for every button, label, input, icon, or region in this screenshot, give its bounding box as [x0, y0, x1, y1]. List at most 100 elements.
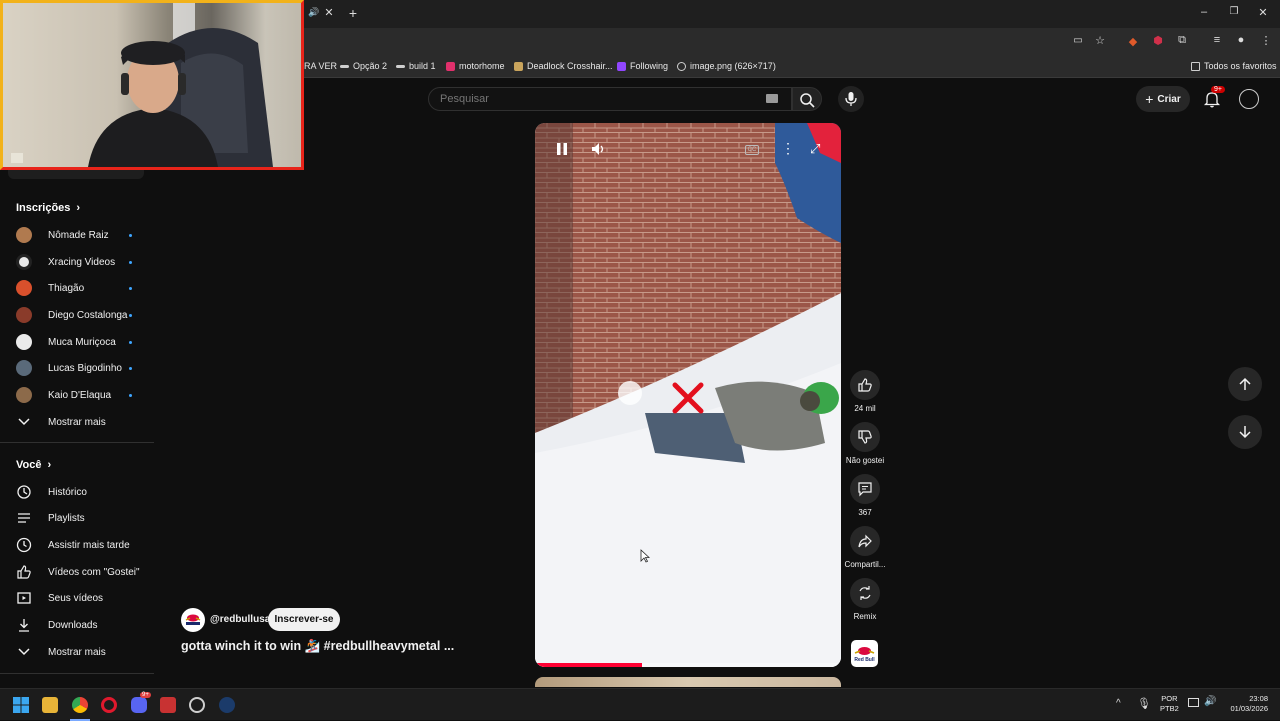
show-more-you[interactable]: Mostrar mais	[16, 641, 144, 663]
sidebar-channel[interactable]: Diego Costalonga	[16, 304, 144, 326]
keyboard-icon[interactable]	[766, 94, 778, 103]
restore-icon[interactable]: ❐	[1226, 6, 1242, 17]
create-button[interactable]: + Criar	[1136, 86, 1190, 112]
dislike-button[interactable]: Não gostei	[842, 422, 888, 465]
file-explorer-icon[interactable]	[42, 697, 58, 713]
new-tab-icon[interactable]: +	[345, 5, 361, 21]
tab-close-icon[interactable]: ✕	[321, 6, 337, 19]
like-count: 24 mil	[854, 404, 876, 413]
more-options-icon[interactable]: ⋮	[781, 140, 795, 157]
clock[interactable]: 23:08 01/03/2026	[1224, 694, 1268, 714]
bookmark-item[interactable]: Deadlock Crosshair...	[514, 61, 613, 71]
bookmark-star-icon[interactable]: ☆	[1092, 34, 1108, 47]
like-button[interactable]: 24 mil	[849, 370, 881, 413]
sidebar-channel[interactable]: Nômade Raiz	[16, 224, 144, 246]
profile-avatar-icon[interactable]: ●	[1233, 34, 1249, 46]
sidebar-item-liked[interactable]: Vídeos com "Gostei"	[16, 561, 144, 583]
webcam-overlay	[0, 0, 304, 170]
avatar	[16, 307, 32, 323]
sidebar-channel[interactable]: Thiagão	[16, 277, 144, 299]
extension-adblock-icon[interactable]: ⬢	[1150, 34, 1166, 47]
discord-icon[interactable]: 9+	[131, 692, 151, 713]
new-content-dot	[129, 260, 132, 264]
notifications-button[interactable]: 9+	[1202, 86, 1225, 109]
fullscreen-icon[interactable]: ⤢	[810, 141, 820, 157]
chrome-icon[interactable]	[72, 697, 88, 713]
previous-short-button[interactable]	[1228, 367, 1262, 401]
sidebar-item-your-videos[interactable]: Seus vídeos	[16, 587, 144, 609]
history-icon	[16, 484, 32, 500]
sidebar-channel[interactable]: Xracing Videos	[16, 251, 144, 273]
pause-button[interactable]	[555, 142, 569, 161]
extensions-puzzle-icon[interactable]: ⧉	[1174, 34, 1190, 47]
next-short-preview[interactable]	[535, 677, 841, 687]
sidebar-item-playlists[interactable]: Playlists	[16, 507, 144, 529]
opera-icon[interactable]	[101, 697, 117, 713]
app-icon[interactable]	[160, 697, 176, 713]
bookmark-item[interactable]: build 1	[396, 61, 436, 71]
bookmark-item[interactable]: Following	[617, 61, 668, 71]
mouse-cursor	[640, 549, 651, 568]
subscriptions-header[interactable]: Inscrições ›	[16, 202, 80, 214]
sidebar-item-watch-later[interactable]: Assistir mais tarde	[16, 534, 144, 556]
avatar	[16, 227, 32, 243]
volume-icon[interactable]: 🔊	[1204, 696, 1216, 707]
sidebar-channel[interactable]: Lucas Bigodinho	[16, 357, 144, 379]
you-header[interactable]: Você ›	[16, 459, 51, 471]
shorts-video-player[interactable]: CC ⋮ ⤢	[535, 123, 841, 667]
your-videos-icon	[16, 590, 32, 606]
sidebar-item-history[interactable]: Histórico	[16, 481, 144, 503]
extension-fox-icon[interactable]: ◆	[1125, 35, 1141, 48]
remix-button[interactable]: Remix	[849, 578, 881, 621]
bookmark-icon	[396, 64, 405, 68]
new-content-dot	[129, 393, 132, 397]
bookmark-item[interactable]: motorhome	[446, 61, 505, 71]
channel-logo-thumbnail[interactable]: Red Bull	[851, 640, 878, 667]
account-avatar[interactable]	[1239, 89, 1259, 109]
comments-button[interactable]: 367	[849, 474, 881, 517]
browser-menu-icon[interactable]: ⋮	[1258, 34, 1274, 47]
sidebar-channel[interactable]: Kaio D'Elaqua	[16, 384, 144, 406]
sidebar-channel[interactable]: Muca Muriçoca	[16, 331, 144, 353]
tab-audio-icon[interactable]: 🔊	[306, 7, 322, 18]
new-content-dot	[129, 340, 132, 344]
video-progress-track[interactable]	[535, 663, 841, 667]
sidebar-divider	[0, 442, 154, 443]
new-content-dot	[129, 286, 132, 290]
volume-button[interactable]	[590, 141, 606, 162]
voice-search-button[interactable]	[838, 86, 864, 112]
video-title[interactable]: gotta winch it to win 🏂 #redbullheavymet…	[181, 639, 454, 654]
media-control-icon[interactable]: ≡	[1209, 34, 1225, 46]
tray-chevron-up-icon[interactable]: ^	[1116, 698, 1121, 709]
windows-start-icon[interactable]	[13, 697, 29, 713]
language-indicator[interactable]: POR PTB2	[1160, 694, 1179, 714]
captions-button[interactable]: CC	[745, 145, 759, 155]
steam-icon[interactable]	[219, 697, 235, 713]
cast-icon[interactable]: ▭	[1070, 35, 1086, 46]
search-button[interactable]	[792, 87, 822, 111]
next-short-button[interactable]	[1228, 415, 1262, 449]
sidebar-divider	[0, 673, 154, 674]
new-content-dot	[129, 233, 132, 237]
bookmark-item[interactable]: Opção 2	[340, 61, 387, 71]
video-frame	[535, 123, 841, 667]
minimize-icon[interactable]: –	[1196, 6, 1212, 18]
thumbs-up-icon	[850, 370, 880, 400]
channel-handle[interactable]: @redbullusa	[210, 614, 270, 625]
chevron-right-icon: ›	[47, 459, 52, 471]
bookmark-item[interactable]: RA VER	[304, 61, 337, 71]
channel-avatar[interactable]	[181, 608, 205, 632]
share-button[interactable]: Compartil...	[842, 526, 888, 569]
subscribe-button[interactable]: Inscrever-se	[268, 608, 340, 631]
search-input[interactable]	[428, 87, 792, 111]
display-icon[interactable]	[1188, 698, 1199, 707]
microphone-icon[interactable]: 🎙	[1137, 697, 1151, 710]
arrow-down-icon	[1239, 426, 1251, 439]
app-icon[interactable]	[189, 697, 205, 713]
sidebar-item-downloads[interactable]: Downloads	[16, 614, 144, 636]
streamer-figure	[11, 3, 273, 167]
bookmark-item[interactable]: image.png (626×717)	[677, 61, 776, 71]
all-bookmarks-folder[interactable]: Todos os favoritos	[1191, 61, 1277, 71]
window-close-icon[interactable]: ✕	[1255, 6, 1271, 19]
show-more-subscriptions[interactable]: Mostrar mais	[16, 411, 144, 433]
